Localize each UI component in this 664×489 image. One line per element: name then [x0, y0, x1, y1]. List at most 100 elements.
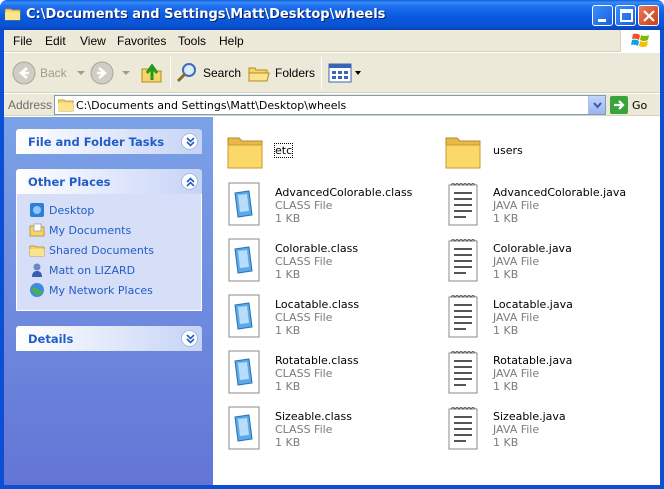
- menu-tools[interactable]: Tools: [178, 34, 206, 48]
- place-link-my-network-places[interactable]: My Network Places: [29, 282, 153, 298]
- shared-documents-icon: [29, 245, 45, 257]
- file-size: 1 KB: [493, 436, 519, 449]
- class-file-icon: [228, 350, 260, 394]
- task-pane: File and Folder Tasks Other Places Deskt…: [4, 117, 213, 485]
- file-tile[interactable]: AdvancedColorable.class CLASS File 1 KB: [217, 177, 427, 229]
- menu-help[interactable]: Help: [219, 34, 244, 48]
- back-label: Back: [40, 66, 67, 80]
- class-file-icon: [228, 406, 260, 450]
- search-label: Search: [203, 66, 242, 80]
- collapse-button[interactable]: [181, 173, 198, 190]
- up-folder-button[interactable]: [140, 59, 164, 87]
- place-link-desktop[interactable]: Desktop: [29, 202, 94, 218]
- other-places-title: Other Places: [28, 175, 111, 189]
- back-button[interactable]: Back: [12, 59, 87, 87]
- file-size: 1 KB: [275, 436, 301, 449]
- menu-favorites[interactable]: Favorites: [117, 34, 166, 48]
- minimize-button[interactable]: [592, 5, 613, 26]
- file-type: CLASS File: [275, 255, 333, 268]
- place-label: My Network Places: [49, 283, 153, 297]
- address-dropdown-button[interactable]: [588, 96, 605, 114]
- folder-icon: [5, 8, 21, 21]
- file-tile[interactable]: Colorable.java JAVA File 1 KB: [435, 233, 645, 285]
- go-arrow-icon: [610, 96, 628, 114]
- views-icon: [328, 63, 352, 83]
- place-link-matt-on-lizard[interactable]: Matt on LIZARD: [29, 262, 135, 278]
- menu-edit[interactable]: Edit: [45, 34, 66, 48]
- java-file-icon: [448, 295, 478, 338]
- toolbar-separator: [321, 57, 322, 89]
- file-type: JAVA File: [493, 367, 540, 380]
- folder-tile[interactable]: etc: [217, 122, 427, 174]
- file-type: CLASS File: [275, 199, 333, 212]
- forward-button[interactable]: [90, 59, 132, 87]
- expand-button[interactable]: [181, 330, 198, 347]
- java-file-icon: [448, 183, 478, 226]
- double-chevron-up-icon: [186, 177, 195, 187]
- file-tile[interactable]: Sizeable.class CLASS File 1 KB: [217, 401, 427, 453]
- back-arrow-icon: [12, 61, 36, 85]
- place-label: Desktop: [49, 203, 95, 217]
- close-button[interactable]: [638, 5, 659, 26]
- class-file-icon: [228, 238, 260, 282]
- go-button[interactable]: Go: [610, 95, 647, 115]
- file-tile[interactable]: Locatable.java JAVA File 1 KB: [435, 289, 645, 341]
- java-file-icon: [448, 239, 478, 282]
- my-documents-icon: [29, 223, 45, 237]
- folders-label: Folders: [275, 66, 316, 80]
- file-tile[interactable]: Locatable.class CLASS File 1 KB: [217, 289, 427, 341]
- file-type: JAVA File: [493, 199, 540, 212]
- views-button[interactable]: [328, 59, 362, 87]
- close-icon: [643, 10, 655, 22]
- file-tile[interactable]: Colorable.class CLASS File 1 KB: [217, 233, 427, 285]
- chevron-down-icon[interactable]: [75, 69, 87, 77]
- place-link-shared-documents[interactable]: Shared Documents: [29, 242, 154, 258]
- file-name: users: [493, 144, 523, 157]
- file-tile[interactable]: Sizeable.java JAVA File 1 KB: [435, 401, 645, 453]
- address-input[interactable]: C:\Documents and Settings\Matt\Desktop\w…: [54, 95, 606, 115]
- file-tile[interactable]: AdvancedColorable.java JAVA File 1 KB: [435, 177, 645, 229]
- class-file-icon: [228, 182, 260, 226]
- maximize-button[interactable]: [615, 5, 636, 26]
- chevron-down-icon: [355, 71, 361, 75]
- folders-button[interactable]: Folders: [247, 59, 315, 87]
- expand-button[interactable]: [181, 133, 198, 150]
- folder-icon: [58, 99, 74, 112]
- java-file-icon: [448, 407, 478, 450]
- file-name: etc: [273, 143, 294, 158]
- address-label: Address: [8, 98, 53, 112]
- file-name: Sizeable.class: [275, 410, 352, 423]
- file-folder-tasks-header[interactable]: File and Folder Tasks: [16, 129, 202, 154]
- file-name: Colorable.java: [493, 242, 572, 255]
- file-tile[interactable]: Rotatable.class CLASS File 1 KB: [217, 345, 427, 397]
- minimize-icon: [598, 19, 606, 22]
- search-button[interactable]: Search: [175, 59, 241, 87]
- class-file-icon: [228, 294, 260, 338]
- details-header[interactable]: Details: [16, 326, 202, 351]
- file-tile[interactable]: Rotatable.java JAVA File 1 KB: [435, 345, 645, 397]
- folder-tile[interactable]: users: [435, 122, 645, 174]
- file-type: CLASS File: [275, 311, 333, 324]
- other-places-header[interactable]: Other Places: [16, 169, 202, 194]
- menu-view[interactable]: View: [80, 34, 106, 48]
- window-frame-bottom: [0, 485, 664, 489]
- standard-toolbar: Back Search Folders: [4, 53, 660, 93]
- title-bar[interactable]: C:\Documents and Settings\Matt\Desktop\w…: [0, 0, 664, 30]
- place-label: Shared Documents: [49, 243, 154, 257]
- file-name: Sizeable.java: [493, 410, 566, 423]
- file-list-view[interactable]: etc users AdvancedColorable.class CLASS …: [213, 117, 660, 485]
- file-folder-tasks-title: File and Folder Tasks: [28, 135, 165, 149]
- chevron-down-icon: [593, 102, 602, 109]
- double-chevron-down-icon: [186, 334, 195, 344]
- file-size: 1 KB: [275, 212, 301, 225]
- double-chevron-down-icon: [186, 137, 195, 147]
- place-label: My Documents: [49, 223, 132, 237]
- desktop-icon: [30, 203, 44, 217]
- file-size: 1 KB: [275, 324, 301, 337]
- place-link-my-documents[interactable]: My Documents: [29, 222, 131, 238]
- file-size: 1 KB: [493, 268, 519, 281]
- file-name: AdvancedColorable.class: [275, 186, 413, 199]
- menu-file[interactable]: File: [13, 34, 32, 48]
- chevron-down-icon[interactable]: [120, 69, 132, 77]
- file-type: JAVA File: [493, 423, 540, 436]
